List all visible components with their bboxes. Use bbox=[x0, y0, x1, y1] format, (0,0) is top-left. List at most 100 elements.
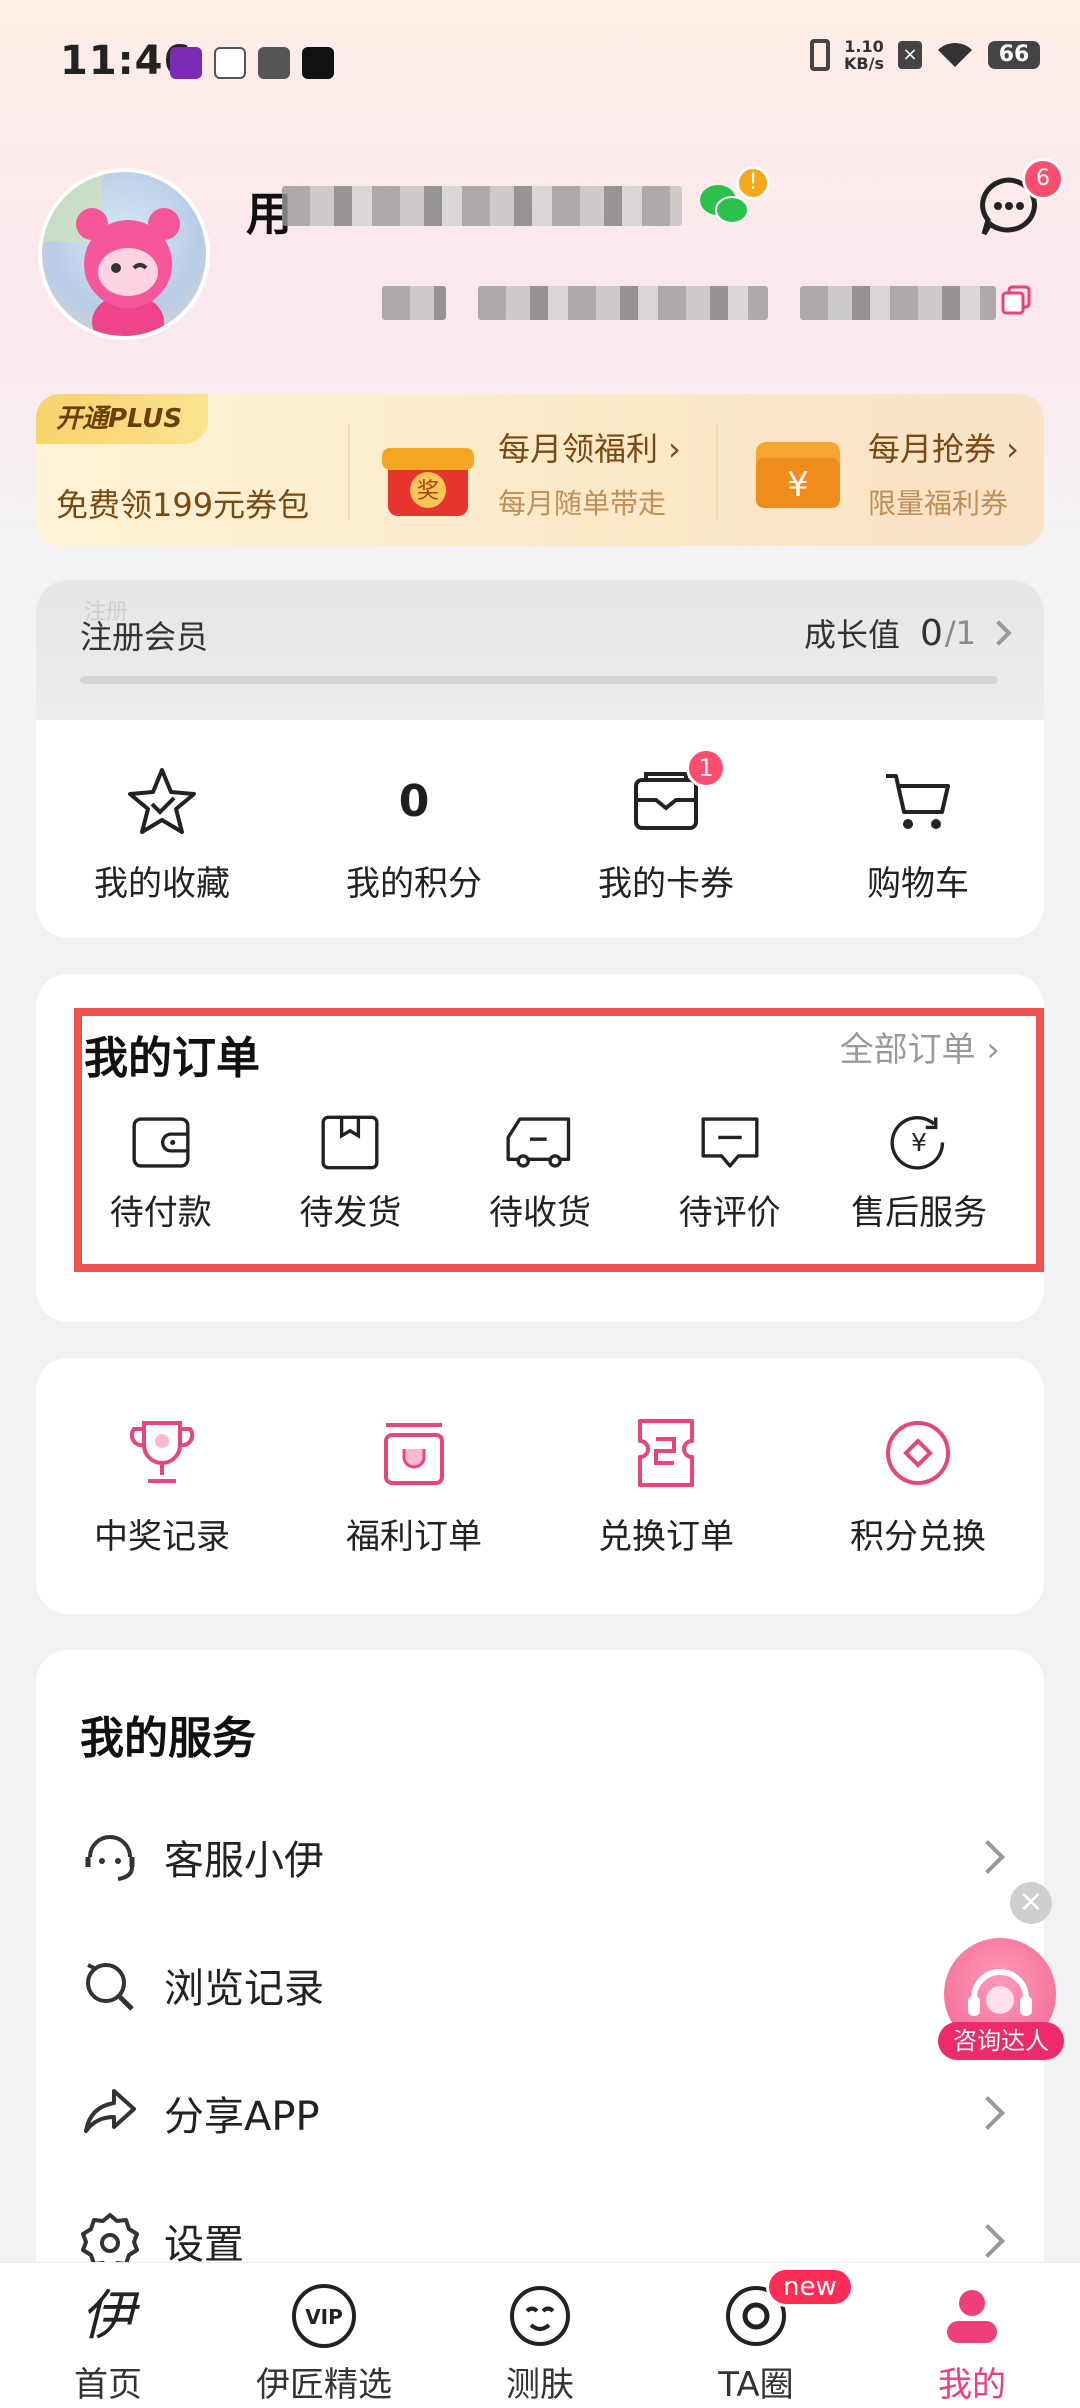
bottom-tab-bar: 伊 首页 VIP 伊匠精选 测肤 new TA圈 我的 bbox=[0, 2262, 1080, 2408]
chevron-right-icon bbox=[971, 1840, 1005, 1874]
points-button[interactable]: 0 我的积分 bbox=[288, 730, 540, 938]
gift-bag-icon bbox=[384, 1422, 444, 1485]
consult-label[interactable]: 咨询达人 bbox=[938, 2022, 1064, 2060]
tab-ta-circle[interactable]: new TA圈 bbox=[648, 2263, 864, 2408]
message-count-badge: 6 bbox=[1022, 158, 1064, 200]
welfare-orders-button[interactable]: 福利订单 bbox=[288, 1358, 540, 1614]
monthly-benefit-title[interactable]: 每月领福利 › bbox=[498, 424, 681, 470]
points-value: 0 bbox=[398, 776, 430, 827]
monthly-coupon-sub: 限量福利券 bbox=[868, 487, 1009, 520]
coupons-badge: 1 bbox=[686, 748, 726, 788]
monthly-coupon-title[interactable]: 每月抢券 › bbox=[868, 424, 1019, 470]
plus-tag: 开通PLUS bbox=[36, 394, 208, 444]
benefit-label: 兑换订单 bbox=[598, 1516, 734, 1557]
monthly-benefit-sub: 每月随单带走 bbox=[498, 487, 667, 520]
wifi-icon bbox=[936, 41, 974, 69]
tab-artisan-picks[interactable]: VIP 伊匠精选 bbox=[216, 2263, 432, 2408]
net-speed: 1.10 KB/s bbox=[844, 37, 884, 73]
tab-label: TA圈 bbox=[718, 2365, 794, 2405]
user-id-masked bbox=[800, 286, 996, 320]
service-row-support[interactable]: 客服小伊 bbox=[80, 1812, 1005, 1902]
benefit-label: 福利订单 bbox=[346, 1516, 482, 1557]
home-logo-icon: 伊 bbox=[81, 2284, 135, 2347]
tab-me[interactable]: 我的 bbox=[864, 2263, 1080, 2408]
svg-text:奖: 奖 bbox=[417, 479, 439, 504]
chevron-right-icon bbox=[986, 620, 1012, 646]
service-label: 分享APP bbox=[164, 2094, 320, 2140]
sim-off-icon: × bbox=[898, 41, 922, 69]
diamond-circle-icon bbox=[886, 1420, 950, 1485]
quick-actions: 我的收藏 0 我的积分 1 我的卡券 购物车 bbox=[36, 730, 1044, 938]
star-icon bbox=[124, 764, 200, 840]
copy-icon[interactable] bbox=[1000, 284, 1032, 316]
avatar-character-icon bbox=[42, 172, 180, 336]
exchange-orders-button[interactable]: 兑换订单 bbox=[540, 1358, 792, 1614]
vip-icon: VIP bbox=[292, 2284, 356, 2348]
cart-icon bbox=[880, 764, 956, 840]
growth-value[interactable]: 成长值 0 /1 bbox=[803, 610, 1012, 656]
tiktok-icon bbox=[302, 47, 334, 79]
status-right: 1.10 KB/s × 66 bbox=[810, 38, 1040, 72]
prize-records-button[interactable]: 中奖记录 bbox=[36, 1358, 288, 1614]
points-exchange-button[interactable]: 积分兑换 bbox=[792, 1358, 1044, 1614]
app-notification-icon bbox=[214, 47, 246, 79]
tab-label: 首页 bbox=[74, 2365, 142, 2405]
coupons-button[interactable]: 1 我的卡券 bbox=[540, 730, 792, 938]
highlight-frame bbox=[74, 1008, 1044, 1272]
vibrate-icon bbox=[810, 39, 831, 71]
chevron-right-icon bbox=[971, 2224, 1005, 2258]
points-label: 我的积分 bbox=[346, 863, 482, 904]
svg-text:VIP: VIP bbox=[305, 2305, 343, 2329]
mail-icon bbox=[258, 47, 290, 79]
level-name: 注册会员 bbox=[80, 618, 209, 656]
user-id-masked bbox=[382, 286, 446, 320]
share-icon bbox=[84, 2089, 136, 2133]
growth-total: /1 bbox=[944, 614, 976, 652]
wechat-alert-badge: ! bbox=[736, 166, 770, 200]
browse-history-icon bbox=[86, 1963, 134, 2011]
status-bar: 11:46 1.10 KB/s × 66 bbox=[0, 0, 1080, 120]
face-icon bbox=[510, 2286, 570, 2346]
close-float-button[interactable]: × bbox=[1010, 1882, 1052, 1924]
tab-skin-test[interactable]: 测肤 bbox=[432, 2263, 648, 2408]
avatar[interactable] bbox=[38, 168, 210, 340]
gift-box-icon: 奖 bbox=[376, 420, 480, 524]
new-badge: new bbox=[766, 2267, 854, 2307]
plus-promo-banner[interactable]: 开通PLUS 免费领199元券包 奖 每月领福利 › 每月随单带走 ¥ 每月抢券… bbox=[36, 394, 1044, 546]
battery-indicator: 66 bbox=[988, 41, 1040, 69]
service-row-share[interactable]: 分享APP bbox=[80, 2068, 1005, 2158]
svg-text:¥: ¥ bbox=[787, 465, 809, 505]
benefit-label: 中奖记录 bbox=[94, 1516, 230, 1557]
tab-label: 测肤 bbox=[506, 2365, 574, 2405]
cart-label: 购物车 bbox=[867, 863, 969, 904]
tab-label: 我的 bbox=[938, 2365, 1006, 2405]
growth-label: 成长值 bbox=[803, 616, 900, 654]
growth-current: 0 bbox=[919, 612, 943, 654]
customer-service-icon bbox=[85, 1835, 135, 1881]
coupon-wallet-icon: ¥ bbox=[752, 428, 844, 520]
user-id-masked bbox=[478, 286, 768, 320]
app-notification-icon bbox=[170, 47, 202, 79]
divider bbox=[348, 424, 350, 520]
favorites-button[interactable]: 我的收藏 bbox=[36, 730, 288, 938]
cart-button[interactable]: 购物车 bbox=[792, 730, 1044, 938]
level-header[interactable]: 注册 注册会员 成长值 0 /1 bbox=[36, 580, 1044, 720]
favorites-label: 我的收藏 bbox=[94, 863, 230, 904]
member-level-card: 注册 注册会员 成长值 0 /1 我的收藏 0 我的积分 1 我的卡券 购物车 bbox=[36, 580, 1044, 938]
services-title: 我的服务 bbox=[80, 1713, 256, 1764]
ticket-icon bbox=[638, 1418, 694, 1487]
user-icon bbox=[947, 2290, 997, 2343]
tab-label: 伊匠精选 bbox=[256, 2365, 392, 2405]
service-label: 浏览记录 bbox=[164, 1966, 324, 2012]
growth-progress-bar bbox=[80, 676, 998, 684]
coupons-label: 我的卡券 bbox=[598, 863, 734, 904]
username-masked bbox=[282, 186, 682, 226]
trophy-icon bbox=[129, 1420, 195, 1483]
service-row-history[interactable]: 浏览记录 bbox=[80, 1940, 1000, 2030]
service-label: 客服小伊 bbox=[164, 1838, 324, 1884]
benefits-card: 中奖记录 福利订单 兑换订单 积分兑换 bbox=[36, 1358, 1044, 1614]
plus-offer-text[interactable]: 免费领199元券包 bbox=[56, 480, 309, 526]
divider bbox=[716, 424, 718, 520]
tab-home[interactable]: 伊 首页 bbox=[0, 2263, 216, 2408]
chevron-right-icon bbox=[971, 2096, 1005, 2130]
